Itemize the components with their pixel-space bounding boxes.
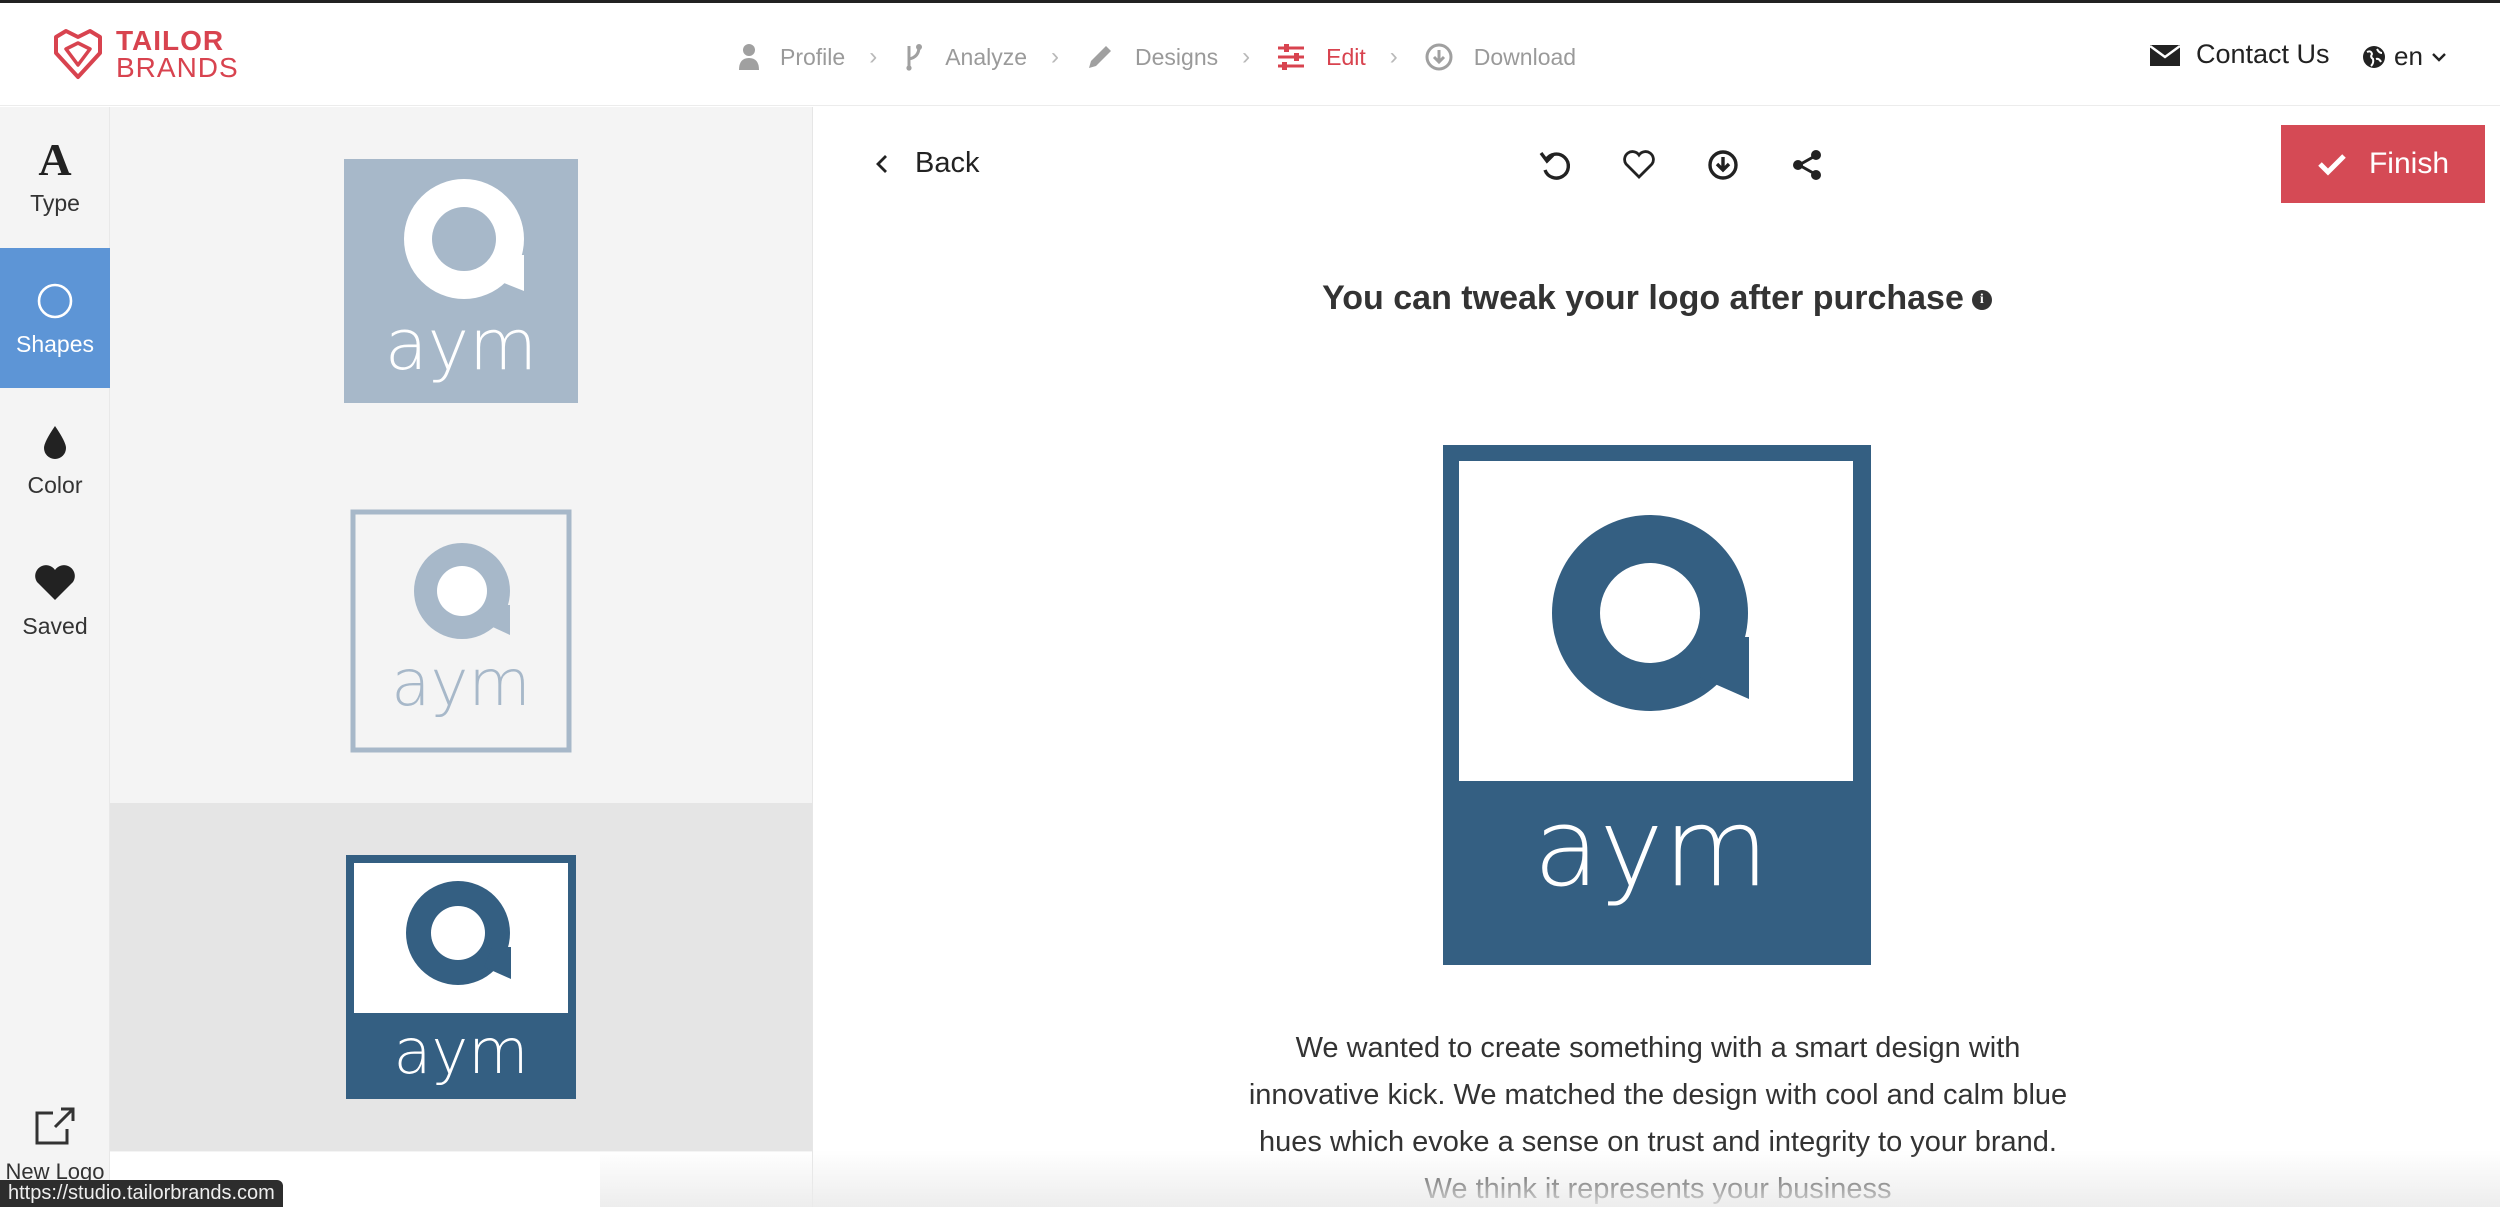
logo-thumbnail: aym — [346, 855, 576, 1099]
action-toolbar — [1513, 145, 1849, 185]
heart-icon — [33, 561, 77, 605]
tool-label: Shapes — [15, 330, 94, 357]
chevron-right-icon: › — [869, 43, 878, 70]
chevron-right-icon: › — [1242, 43, 1251, 70]
back-label: Back — [915, 147, 980, 179]
finish-label: Finish — [2368, 147, 2450, 180]
contact-label: Contact Us — [2196, 39, 2330, 69]
step-analyze[interactable]: Analyze — [903, 43, 1027, 71]
drop-icon — [42, 420, 68, 464]
globe-icon — [2363, 45, 2385, 68]
shape-option-outline[interactable]: aym — [110, 455, 812, 803]
undo-button[interactable] — [1513, 145, 1597, 185]
brand-logo[interactable]: TAILOR BRANDS — [52, 25, 239, 83]
step-label: Profile — [780, 43, 846, 70]
page-title: You can tweak your logo after purchase i — [813, 279, 2500, 318]
step-label: Designs — [1135, 43, 1219, 70]
logo-preview: aym — [1443, 445, 1871, 965]
heart-outline-icon — [1623, 150, 1655, 179]
tool-label: Color — [27, 471, 83, 498]
check-icon — [2318, 154, 2346, 176]
finish-button[interactable]: Finish — [2281, 125, 2485, 203]
logo-wordmark: aym — [393, 1015, 528, 1088]
person-icon — [739, 44, 759, 70]
chevron-down-icon — [2432, 52, 2446, 62]
step-designs[interactable]: Designs — [1085, 42, 1218, 72]
sliders-icon — [1278, 44, 1305, 70]
download-circle-icon — [1425, 43, 1453, 71]
tool-rail: A Type Shapes Color Saved New Logo — [0, 107, 110, 1207]
editor-main: Back Finish You can tweak your logo afte… — [812, 107, 2500, 1207]
save-favorite-button[interactable] — [1597, 145, 1681, 185]
undo-icon — [1539, 151, 1571, 180]
new-logo-button[interactable]: New Logo — [0, 1103, 110, 1185]
brand-line1: TAILOR — [116, 25, 225, 56]
type-icon: A — [38, 134, 72, 185]
tool-saved[interactable]: Saved — [0, 530, 110, 670]
step-label: Download — [1473, 43, 1577, 70]
logo-wordmark: aym — [385, 304, 538, 386]
pencil-icon — [1089, 46, 1112, 68]
tool-label: Type — [30, 189, 80, 216]
chevron-right-icon: › — [1051, 43, 1060, 70]
logo-wordmark: aym — [1533, 786, 1768, 911]
top-bar: TAILOR BRANDS Profile › Analyze › Design… — [0, 0, 2500, 106]
share-out-icon — [33, 1103, 77, 1153]
tool-color[interactable]: Color — [0, 389, 110, 529]
step-download[interactable]: Download — [1424, 42, 1576, 72]
step-label: Edit — [1326, 43, 1366, 70]
download-circle-icon — [1708, 150, 1738, 180]
status-url: https://studio.tailorbrands.com — [0, 1180, 283, 1207]
headline-text: You can tweak your logo after purchase — [1322, 279, 1964, 317]
bottom-fade — [600, 1150, 2500, 1207]
shape-options-panel: aym aym aym — [110, 107, 812, 1152]
progress-steps: Profile › Analyze › Designs › Edit › Dow… — [738, 39, 1576, 75]
tool-shapes[interactable]: Shapes — [0, 248, 110, 388]
info-icon[interactable]: i — [1971, 290, 1992, 311]
tool-label: Saved — [22, 612, 88, 639]
language-selector[interactable]: en — [2362, 41, 2455, 72]
logo-thumbnail: aym — [350, 509, 572, 753]
contact-us-link[interactable]: Contact Us — [2150, 39, 2330, 70]
envelope-icon — [2150, 44, 2180, 66]
share-icon — [1793, 150, 1821, 180]
step-profile[interactable]: Profile — [738, 43, 845, 71]
brand-wordmark: TAILOR BRANDS — [116, 25, 239, 83]
lang-label: en — [2394, 41, 2423, 71]
step-edit[interactable]: Edit — [1276, 43, 1366, 71]
shape-option-filled[interactable]: aym — [110, 107, 812, 455]
step-label: Analyze — [945, 43, 1028, 70]
chevron-right-icon: › — [1389, 43, 1398, 70]
chevron-left-icon — [876, 154, 887, 173]
heart-shield-icon — [54, 29, 102, 79]
logo-wordmark: aym — [391, 647, 530, 721]
logo-thumbnail: aym — [344, 159, 578, 403]
tool-type[interactable]: A Type — [0, 107, 110, 247]
download-button[interactable] — [1681, 145, 1765, 185]
brand-line2: BRANDS — [116, 52, 239, 83]
shape-option-frame-band[interactable]: aym — [110, 803, 812, 1151]
back-button[interactable]: Back — [875, 147, 979, 180]
branch-icon — [906, 44, 923, 71]
share-button[interactable] — [1765, 145, 1849, 185]
circle-icon — [35, 279, 75, 323]
